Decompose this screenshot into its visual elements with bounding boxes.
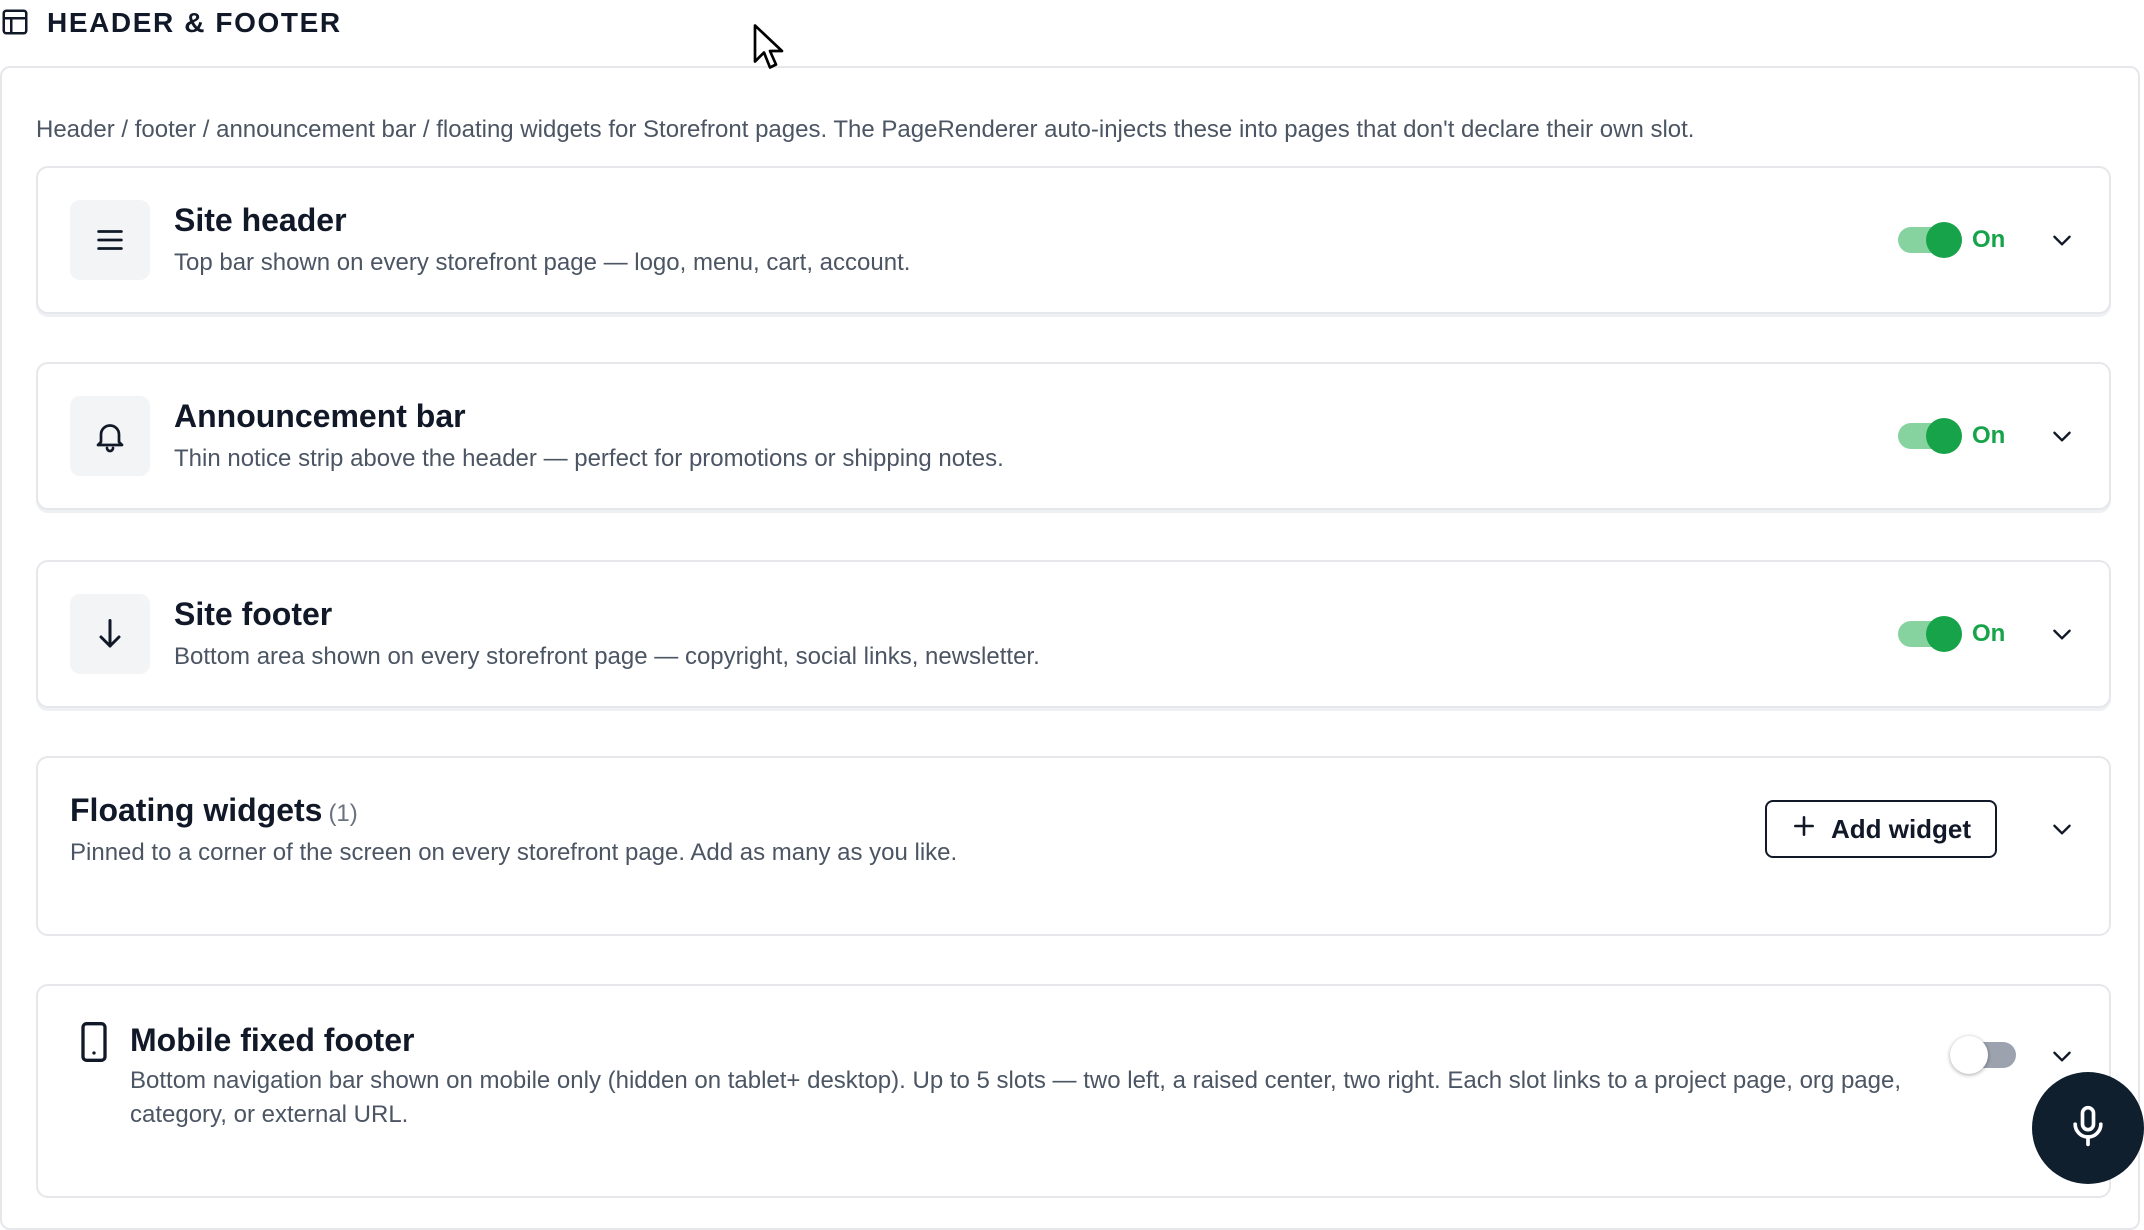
status-label: On: [1972, 422, 2006, 449]
section-description: Header / footer / announcement bar / flo…: [36, 116, 1695, 143]
add-widget-button[interactable]: Add widget: [1765, 800, 1997, 858]
card-subtitle: Bottom navigation bar shown on mobile on…: [130, 1067, 1901, 1128]
toggle-knob: [1926, 418, 1962, 454]
add-widget-label: Add widget: [1830, 813, 1972, 844]
announcement-bar-toggle[interactable]: [1898, 418, 1962, 454]
site-footer-toggle[interactable]: [1898, 616, 1962, 652]
site-header-card[interactable]: Site header Top bar shown on every store…: [36, 166, 2111, 314]
site-header-toggle[interactable]: [1898, 222, 1962, 258]
widget-count: (1): [328, 800, 358, 827]
card-subtitle: Pinned to a corner of the screen on ever…: [70, 839, 958, 866]
mobile-fixed-footer-card[interactable]: Mobile fixed footer Bottom navigation ba…: [36, 984, 2111, 1198]
toggle-knob: [1926, 222, 1962, 258]
chevron-down-icon[interactable]: [2047, 814, 2077, 844]
card-title: Mobile fixed footer: [130, 1022, 415, 1058]
card-title: Site footer: [174, 596, 333, 632]
floating-widgets-title: Floating widgets (1): [70, 792, 358, 829]
chevron-down-icon[interactable]: [2047, 619, 2077, 649]
card-subtitle: Thin notice strip above the header — per…: [174, 445, 1004, 472]
chevron-down-icon[interactable]: [2047, 225, 2077, 255]
bell-icon: [70, 396, 150, 476]
mobile-footer-toggle[interactable]: [1950, 1036, 2016, 1074]
card-subtitle: Top bar shown on every storefront page —…: [174, 249, 911, 276]
floating-widgets-card: Floating widgets (1) Pinned to a corner o…: [36, 756, 2111, 936]
chevron-down-icon[interactable]: [2047, 421, 2077, 451]
mobile-icon: [72, 1020, 116, 1069]
layout-icon: [0, 7, 33, 40]
section-title: HEADER & FOOTER: [47, 7, 342, 38]
card-title: Floating widgets: [70, 792, 323, 828]
chevron-down-icon[interactable]: [2047, 1041, 2077, 1071]
status-label: On: [1972, 620, 2006, 647]
card-subtitle: Bottom area shown on every storefront pa…: [174, 643, 1040, 670]
microphone-icon: [2066, 1104, 2110, 1153]
section-header: HEADER & FOOTER: [0, 6, 342, 40]
status-label: On: [1972, 226, 2006, 253]
plus-icon: [1791, 813, 1817, 846]
voice-input-button[interactable]: [2032, 1072, 2144, 1184]
toggle-knob: [1926, 616, 1962, 652]
card-title: Announcement bar: [174, 398, 466, 434]
header-footer-panel: Header / footer / announcement bar / flo…: [0, 66, 2140, 1230]
menu-icon: [70, 200, 150, 280]
toggle-knob: [1950, 1036, 1988, 1074]
site-footer-card[interactable]: Site footer Bottom area shown on every s…: [36, 560, 2111, 708]
card-title: Site header: [174, 202, 347, 238]
arrow-down-icon: [70, 594, 150, 674]
mouse-cursor: [752, 22, 788, 79]
announcement-bar-card[interactable]: Announcement bar Thin notice strip above…: [36, 362, 2111, 510]
